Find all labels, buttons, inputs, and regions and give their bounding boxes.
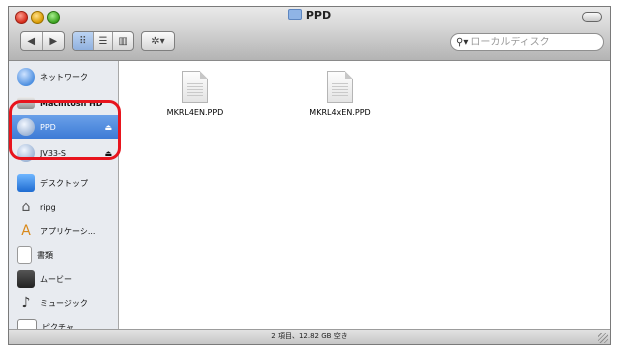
sidebar-item-music[interactable]: ♪ ミュージック bbox=[9, 291, 118, 315]
finder-window: PPD ◀ ▶ ⠿ ☰ ▥ ✲▾ ⚲▾ ネットワーク Macintosh HD bbox=[8, 6, 611, 345]
search-field[interactable]: ⚲▾ bbox=[450, 33, 604, 51]
sidebar-item-label: アプリケーシ... bbox=[40, 226, 96, 236]
sidebar-item-documents[interactable]: 書類 bbox=[9, 243, 118, 267]
list-view-button[interactable]: ☰ bbox=[94, 32, 114, 50]
icon-view-icon: ⠿ bbox=[79, 35, 87, 47]
search-icon: ⚲▾ bbox=[456, 36, 469, 48]
folder-icon bbox=[287, 9, 302, 20]
icon-view-button[interactable]: ⠿ bbox=[73, 32, 94, 50]
status-bar: 2 項目、12.82 GB 空き bbox=[9, 329, 610, 344]
sidebar-item-label: ムービー bbox=[40, 274, 72, 284]
file-name: MKRL4EN.PPD bbox=[166, 108, 224, 117]
nav-button-group: ◀ ▶ bbox=[20, 31, 65, 51]
view-button-group: ⠿ ☰ ▥ bbox=[72, 31, 134, 51]
action-button-group: ✲▾ bbox=[141, 31, 175, 51]
document-icon bbox=[182, 71, 208, 103]
network-globe-icon bbox=[17, 68, 35, 86]
file-browser: MKRL4EN.PPD MKRL4xEN.PPD bbox=[119, 61, 610, 331]
window-title: PPD bbox=[9, 9, 610, 22]
music-icon: ♪ bbox=[21, 295, 31, 311]
sidebar-item-label: ripg bbox=[40, 202, 56, 212]
window-resize-handle[interactable] bbox=[598, 333, 608, 343]
document-icon bbox=[327, 71, 353, 103]
file-item[interactable]: MKRL4EN.PPD bbox=[145, 71, 245, 117]
desktop-icon bbox=[17, 174, 35, 192]
column-view-button[interactable]: ▥ bbox=[113, 32, 133, 50]
documents-icon bbox=[17, 246, 32, 264]
search-input[interactable] bbox=[470, 36, 591, 48]
toolbar-toggle-button[interactable] bbox=[582, 12, 602, 22]
sidebar-item-applications[interactable]: A アプリケーシ... bbox=[9, 219, 118, 243]
applications-icon: A bbox=[21, 223, 31, 239]
home-icon: ⌂ bbox=[21, 199, 31, 215]
sidebar-item-network[interactable]: ネットワーク bbox=[9, 65, 118, 89]
sidebar-item-label: ミュージック bbox=[40, 298, 88, 308]
file-name: MKRL4xEN.PPD bbox=[309, 108, 371, 117]
column-view-icon: ▥ bbox=[118, 35, 128, 47]
action-menu-button[interactable]: ✲▾ bbox=[142, 32, 174, 50]
sidebar-item-label: デスクトップ bbox=[40, 178, 88, 188]
list-view-icon: ☰ bbox=[98, 35, 108, 47]
sidebar-item-home[interactable]: ⌂ ripg bbox=[9, 195, 118, 219]
sidebar-item-movies[interactable]: ムービー bbox=[9, 267, 118, 291]
sidebar-item-label: 書類 bbox=[37, 250, 53, 260]
movies-icon bbox=[17, 270, 35, 288]
file-item[interactable]: MKRL4xEN.PPD bbox=[290, 71, 390, 117]
back-button[interactable]: ◀ bbox=[21, 32, 43, 50]
window-title-text: PPD bbox=[305, 9, 332, 22]
forward-button[interactable]: ▶ bbox=[43, 32, 64, 50]
title-bar: PPD ◀ ▶ ⠿ ☰ ▥ ✲▾ ⚲▾ bbox=[9, 7, 610, 61]
chevron-right-icon: ▶ bbox=[49, 35, 58, 47]
gear-icon: ✲▾ bbox=[151, 35, 165, 47]
sidebar-item-label: ネットワーク bbox=[40, 72, 88, 82]
sidebar-item-desktop[interactable]: デスクトップ bbox=[9, 171, 118, 195]
status-text: 2 項目、12.82 GB 空き bbox=[271, 332, 348, 340]
highlight-annotation bbox=[9, 100, 121, 160]
chevron-left-icon: ◀ bbox=[27, 35, 36, 47]
